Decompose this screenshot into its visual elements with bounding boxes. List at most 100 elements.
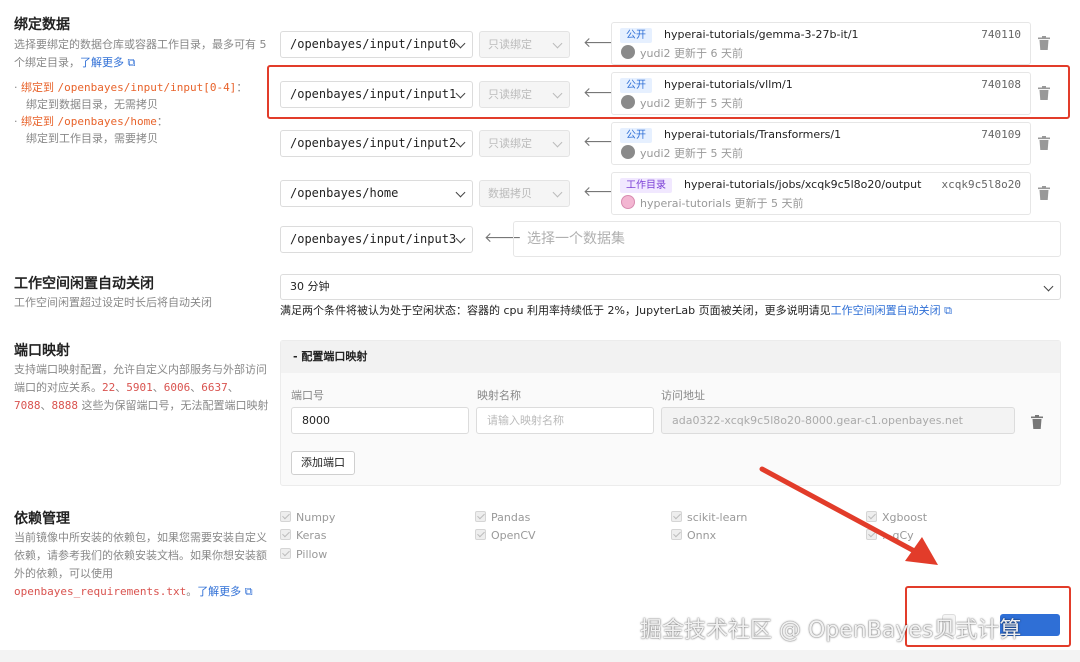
avatar	[621, 45, 635, 59]
dependency-item: Onnx	[671, 529, 716, 542]
bind-bullet-list: · 绑定到 /openbayes/input/input[0-4]： 绑定到数据…	[14, 79, 270, 147]
bind-section-title: 绑定数据	[14, 17, 70, 33]
mode-select-value: 数据拷贝	[488, 187, 532, 200]
idle-timeout-select[interactable]: 30 分钟	[280, 274, 1061, 300]
chevron-down-icon	[455, 187, 466, 198]
bullet-note: 绑定到工作目录，需要拷贝	[26, 132, 158, 145]
bullet-path: /openbayes/input/input[0-4]	[57, 81, 237, 94]
checkbox-icon	[280, 511, 291, 522]
visibility-badge: 公开	[620, 28, 652, 43]
checkbox-icon	[671, 511, 682, 522]
deps-section-title: 依赖管理	[14, 511, 70, 527]
mode-select-value: 只读绑定	[488, 137, 532, 150]
port-panel-title[interactable]: - 配置端口映射	[281, 341, 1060, 373]
deps-desc-text: 当前镜像中所安装的依赖包，如果您需要安装自定义依赖，请参考我们的依赖安装文档。如…	[14, 531, 267, 580]
deps-section-desc: 当前镜像中所安装的依赖包，如果您需要安装自定义依赖，请参考我们的依赖安装文档。如…	[14, 531, 267, 598]
visibility-badge: 工作目录	[620, 178, 672, 193]
chevron-down-icon	[552, 137, 563, 148]
dir-select-input2[interactable]: /openbayes/input/input2	[280, 130, 473, 157]
bullet-item: · 绑定到 /openbayes/input/input[0-4]：	[14, 81, 248, 94]
bind-desc-text: 选择要绑定的数据仓库或容器工作目录，最多可有 5 个绑定目录，	[14, 38, 267, 69]
port-section-title: 端口映射	[14, 343, 70, 359]
dataset-owner: yudi2 更新于 6 天前	[640, 45, 743, 61]
idle-note: 满足两个条件将被认为处于空闲状态：容器的 cpu 利用率持续低于 2%，Jupy…	[280, 302, 952, 318]
chevron-down-icon	[1043, 281, 1054, 292]
dir-select-value: /openbayes/home	[290, 186, 399, 200]
bullet-prefix: 绑定到	[21, 115, 54, 128]
deps-learn-more-link[interactable]: 了解更多	[197, 585, 241, 598]
annotation-arrow-icon	[759, 466, 938, 565]
dependency-item: Pillow	[280, 548, 327, 561]
dataset-owner: hyperai-tutorials 更新于 5 天前	[640, 195, 803, 211]
mode-select: 只读绑定	[479, 31, 570, 58]
dataset-card[interactable]: 工作目录 hyperai-tutorials/jobs/xcqk9c5l8o20…	[611, 172, 1031, 215]
select-dataset-field[interactable]: 选择一个数据集	[513, 221, 1061, 257]
dir-select-home[interactable]: /openbayes/home	[280, 180, 473, 207]
port-desc-note: 这些为保留端口号，无法配置端口映射	[81, 399, 269, 412]
trash-icon[interactable]	[1038, 186, 1050, 200]
dataset-owner: yudi2 更新于 5 天前	[640, 145, 743, 161]
dependency-label: Onnx	[687, 529, 717, 542]
dir-select-value: /openbayes/input/input2	[290, 136, 457, 150]
idle-doc-link[interactable]: 工作空间闲置自动关闭	[831, 304, 941, 317]
external-link-icon: ⧉	[244, 585, 253, 598]
page-bottom-strip	[0, 650, 1080, 662]
dependency-label: Keras	[296, 529, 327, 542]
dependency-item: Numpy	[280, 511, 335, 524]
chevron-down-icon	[455, 38, 466, 49]
external-link-icon: ⧉	[944, 304, 952, 317]
chevron-down-icon	[455, 233, 466, 244]
reserved-port: 6637	[201, 381, 228, 394]
add-port-button[interactable]: 添加端口	[291, 451, 355, 475]
dir-select-input3[interactable]: /openbayes/input/input3	[280, 226, 473, 253]
dataset-name: hyperai-tutorials/Transformers/1	[664, 128, 842, 141]
dependency-label: OpenCV	[491, 529, 536, 542]
dependency-item: Pandas	[475, 511, 530, 524]
idle-note-text: 满足两个条件将被认为处于空闲状态：容器的 cpu 利用率持续低于 2%，Jupy…	[280, 304, 831, 317]
port-number-input[interactable]: 8000	[291, 407, 469, 434]
dataset-id: 740110	[981, 28, 1021, 41]
owner-name: yudi2	[640, 47, 671, 60]
avatar	[621, 145, 635, 159]
dir-select-input0[interactable]: /openbayes/input/input0	[280, 31, 473, 58]
dataset-card[interactable]: 公开 hyperai-tutorials/gemma-3-27b-it/1 74…	[611, 22, 1031, 65]
access-address-field: ada0322-xcqk9c5l8o20-8000.gear-c1.openba…	[661, 407, 1015, 434]
reserved-port: 22	[102, 381, 116, 394]
visibility-badge: 公开	[620, 128, 652, 143]
checkbox-icon	[475, 529, 486, 540]
dataset-name: hyperai-tutorials/gemma-3-27b-it/1	[664, 28, 859, 41]
dir-select-value: /openbayes/input/input3	[290, 232, 457, 246]
reserved-port: 7088	[14, 399, 41, 412]
requirements-file: openbayes_requirements.txt	[14, 585, 187, 598]
trash-icon[interactable]	[1038, 36, 1050, 50]
checkbox-icon	[280, 529, 291, 540]
bind-learn-more-link[interactable]: 了解更多	[80, 56, 124, 69]
bullet-suffix: ：	[236, 81, 248, 94]
mode-select: 数据拷贝	[479, 180, 570, 207]
name-column-label: 映射名称	[477, 389, 521, 402]
address-column-label: 访问地址	[661, 389, 705, 402]
highlight-box	[267, 65, 1070, 119]
trash-icon[interactable]	[1038, 136, 1050, 150]
dependency-item: Keras	[280, 529, 326, 542]
trash-icon[interactable]	[1031, 415, 1043, 429]
idle-timeout-value: 30 分钟	[290, 280, 330, 293]
reserved-port: 8888	[51, 399, 79, 412]
chevron-down-icon	[455, 137, 466, 148]
updated-time: 更新于 6 天前	[674, 47, 744, 60]
dataset-name: hyperai-tutorials/jobs/xcqk9c5l8o20/outp…	[684, 178, 922, 191]
bullet-note: 绑定到数据目录，无需拷贝	[26, 98, 158, 111]
dataset-id: 740109	[981, 128, 1021, 141]
updated-time: 更新于 5 天前	[734, 197, 804, 210]
reserved-port: 5901	[126, 381, 153, 394]
bullet-suffix: ：	[156, 115, 168, 128]
bullet-prefix: 绑定到	[21, 81, 54, 94]
mapping-name-input[interactable]: 请输入映射名称	[476, 407, 654, 434]
dependency-label: scikit-learn	[687, 511, 748, 524]
dir-select-value: /openbayes/input/input0	[290, 37, 457, 51]
dataset-card[interactable]: 公开 hyperai-tutorials/Transformers/1 7401…	[611, 122, 1031, 165]
chevron-down-icon	[552, 187, 563, 198]
owner-name: hyperai-tutorials	[640, 197, 731, 210]
avatar	[621, 195, 635, 209]
checkbox-icon	[671, 529, 682, 540]
